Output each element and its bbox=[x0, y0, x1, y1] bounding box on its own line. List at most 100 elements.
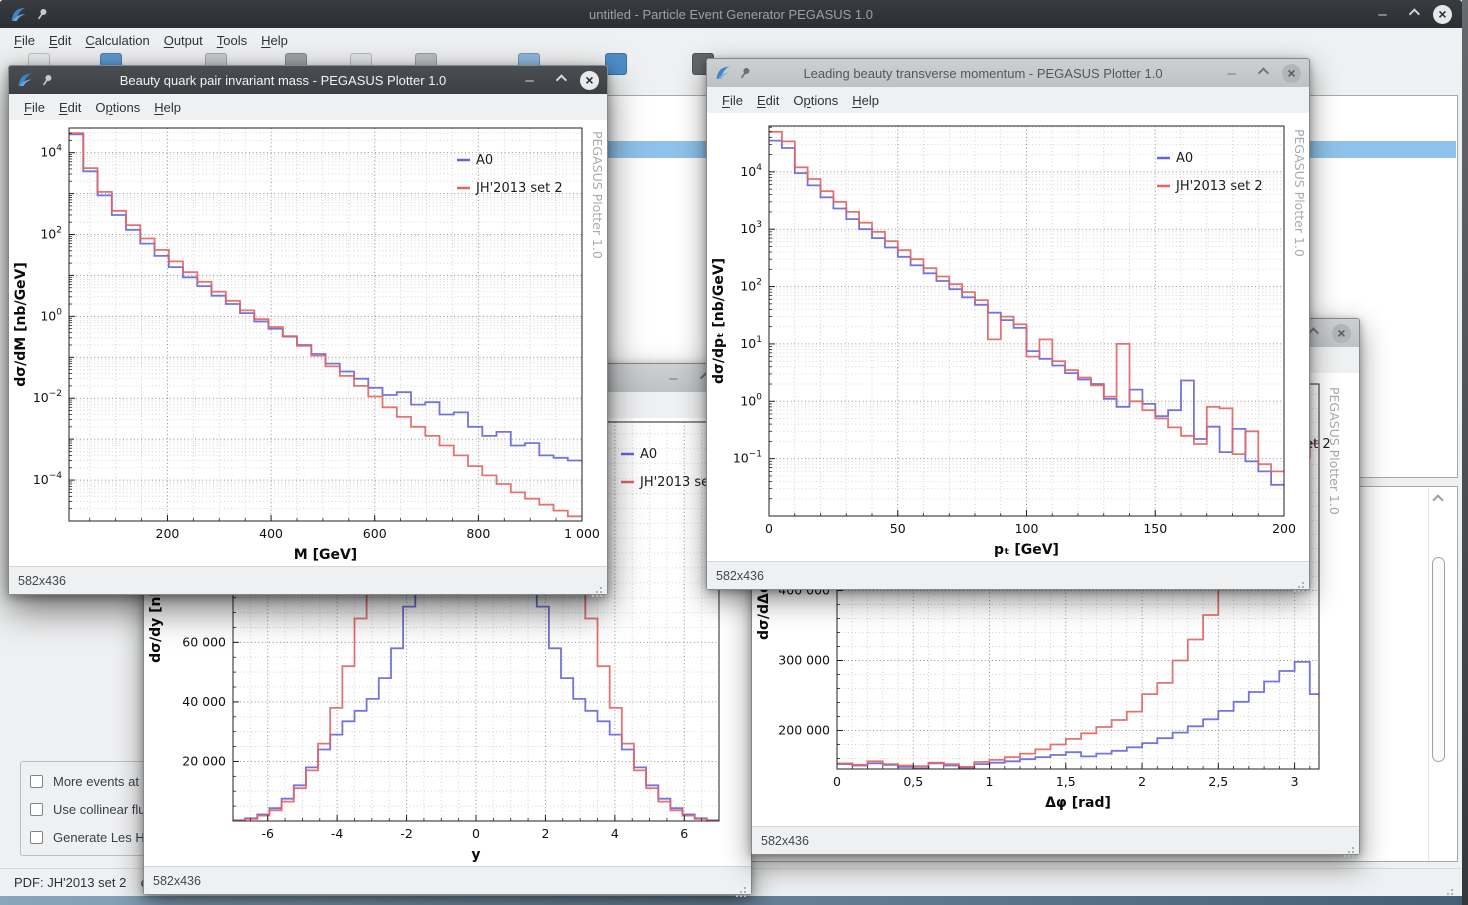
titlebar[interactable]: Beauty quark pair invariant mass - PEGAS… bbox=[9, 66, 607, 94]
menu-edit[interactable]: Edit bbox=[52, 100, 88, 115]
menu-help[interactable]: Help bbox=[845, 93, 886, 108]
menu-edit[interactable]: Edit bbox=[750, 93, 786, 108]
menu-options[interactable]: Options bbox=[88, 100, 147, 115]
statusbar: 582x436 bbox=[707, 561, 1309, 589]
vertical-scrollbar[interactable] bbox=[1428, 488, 1448, 861]
svg-text:2,5: 2,5 bbox=[1208, 774, 1228, 789]
svg-text:-2: -2 bbox=[400, 826, 412, 841]
svg-text:100: 100 bbox=[740, 392, 762, 408]
svg-text:4: 4 bbox=[611, 826, 619, 841]
svg-text:10−2: 10−2 bbox=[33, 389, 62, 405]
svg-text:M [GeV]: M [GeV] bbox=[294, 547, 357, 563]
svg-text:A0: A0 bbox=[476, 153, 493, 168]
svg-text:10−1: 10−1 bbox=[733, 450, 762, 466]
checkbox-label: More events at bbox=[53, 774, 139, 789]
checkbox[interactable] bbox=[30, 831, 43, 844]
svg-text:0: 0 bbox=[765, 521, 773, 536]
svg-text:2: 2 bbox=[1138, 774, 1146, 789]
svg-text:0,5: 0,5 bbox=[903, 774, 923, 789]
checkbox[interactable] bbox=[30, 803, 43, 816]
minimize-button[interactable]: – bbox=[520, 71, 539, 90]
menu-help[interactable]: Help bbox=[147, 100, 188, 115]
svg-text:PEGASUS Plotter 1.0: PEGASUS Plotter 1.0 bbox=[1292, 129, 1307, 257]
svg-text:102: 102 bbox=[740, 278, 762, 294]
maximize-button[interactable] bbox=[1403, 5, 1422, 24]
close-button[interactable]: × bbox=[1433, 5, 1452, 24]
menu-calculation[interactable]: Calculation bbox=[78, 33, 156, 48]
main-titlebar[interactable]: untitled - Particle Event Generator PEGA… bbox=[0, 0, 1462, 28]
menu-file[interactable]: File bbox=[17, 100, 52, 115]
close-button[interactable]: × bbox=[1332, 324, 1351, 343]
minimize-button[interactable]: – bbox=[1373, 5, 1392, 24]
svg-text:101: 101 bbox=[740, 335, 762, 351]
plotter-logo-icon bbox=[715, 65, 731, 81]
menu-file[interactable]: File bbox=[715, 93, 750, 108]
svg-text:-6: -6 bbox=[261, 826, 274, 841]
svg-text:104: 104 bbox=[740, 163, 762, 179]
menu-edit[interactable]: Edit bbox=[42, 33, 78, 48]
svg-text:150: 150 bbox=[1143, 521, 1167, 536]
plot-size: 582x436 bbox=[716, 569, 764, 583]
statusbar: 582x436 bbox=[144, 866, 751, 894]
svg-text:3: 3 bbox=[1291, 774, 1299, 789]
resize-grip[interactable] bbox=[1302, 582, 1304, 584]
checkbox-row[interactable]: Generate Les H bbox=[30, 830, 145, 845]
svg-text:102: 102 bbox=[40, 225, 62, 241]
svg-text:1: 1 bbox=[986, 774, 994, 789]
svg-text:103: 103 bbox=[740, 220, 762, 236]
window-title: Beauty quark pair invariant mass - PEGAS… bbox=[49, 73, 517, 88]
svg-text:-4: -4 bbox=[331, 826, 344, 841]
checkbox-label: Use collinear flu bbox=[53, 802, 146, 817]
menu-tools[interactable]: Tools bbox=[210, 33, 254, 48]
plot-size: 582x436 bbox=[18, 574, 66, 588]
titlebar[interactable]: Leading beauty transverse momentum - PEG… bbox=[707, 59, 1309, 87]
svg-text:0: 0 bbox=[833, 774, 841, 789]
statusbar: 582x436 bbox=[752, 826, 1359, 854]
svg-text:400: 400 bbox=[259, 526, 283, 541]
svg-text:200: 200 bbox=[1272, 521, 1296, 536]
svg-text:200: 200 bbox=[156, 526, 180, 541]
menu-output[interactable]: Output bbox=[157, 33, 210, 48]
svg-text:PEGASUS Plotter 1.0: PEGASUS Plotter 1.0 bbox=[590, 131, 605, 259]
maximize-button[interactable] bbox=[550, 71, 569, 90]
scroll-thumb[interactable] bbox=[1432, 557, 1445, 762]
checkbox-row[interactable]: Use collinear flu bbox=[30, 802, 146, 817]
checkbox-row[interactable]: More events at bbox=[30, 774, 139, 789]
scroll-up-icon[interactable] bbox=[1432, 494, 1443, 505]
pt-plot: 05010015020010410310210110010−1pₜ [GeV]d… bbox=[707, 113, 1309, 561]
desktop-edge bbox=[1462, 0, 1468, 905]
resize-grip[interactable] bbox=[600, 587, 602, 589]
svg-text:JH'2013 set 2: JH'2013 set 2 bbox=[475, 181, 563, 196]
resize-grip[interactable] bbox=[1352, 847, 1354, 849]
close-button[interactable]: × bbox=[580, 71, 599, 90]
main-menubar: FileEditCalculationOutputToolsHelp bbox=[0, 28, 1462, 52]
resize-grip[interactable] bbox=[744, 887, 746, 889]
resize-grip[interactable] bbox=[1451, 889, 1453, 891]
taskbar-edge bbox=[0, 896, 1462, 905]
plotter-logo-icon bbox=[17, 72, 33, 88]
menu-options[interactable]: Options bbox=[786, 93, 845, 108]
menu-help[interactable]: Help bbox=[254, 33, 295, 48]
app-logo-icon bbox=[10, 6, 27, 23]
svg-text:2: 2 bbox=[541, 826, 549, 841]
svg-text:6: 6 bbox=[680, 826, 688, 841]
svg-text:800: 800 bbox=[466, 526, 490, 541]
svg-text:60 000: 60 000 bbox=[182, 634, 226, 649]
svg-text:y: y bbox=[471, 847, 480, 863]
svg-text:300 000: 300 000 bbox=[778, 653, 830, 668]
svg-text:100: 100 bbox=[1015, 521, 1039, 536]
svg-text:20 000: 20 000 bbox=[182, 753, 226, 768]
svg-text:PEGASUS Plotter 1.0: PEGASUS Plotter 1.0 bbox=[1327, 387, 1342, 515]
checkbox[interactable] bbox=[30, 775, 43, 788]
maximize-button[interactable] bbox=[1252, 64, 1271, 83]
svg-text:10−4: 10−4 bbox=[33, 471, 62, 487]
menu-file[interactable]: File bbox=[7, 33, 42, 48]
svg-text:40 000: 40 000 bbox=[182, 694, 226, 709]
svg-text:A0: A0 bbox=[640, 447, 657, 462]
pin-icon[interactable] bbox=[35, 7, 49, 21]
svg-text:A0: A0 bbox=[1176, 151, 1193, 166]
minimize-button[interactable]: – bbox=[1222, 64, 1241, 83]
minimize-button[interactable]: – bbox=[664, 369, 683, 388]
close-button[interactable]: × bbox=[1282, 64, 1301, 83]
plot-icon[interactable] bbox=[605, 53, 627, 75]
